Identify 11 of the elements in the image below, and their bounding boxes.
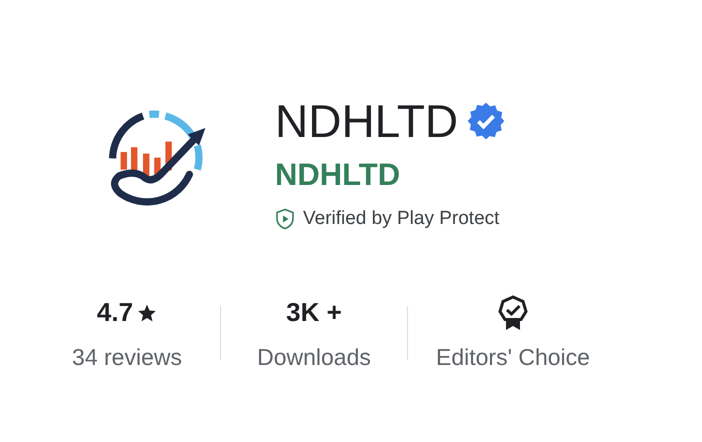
stat-label: Downloads <box>257 342 371 372</box>
download-count: 3K + <box>286 296 342 329</box>
stat-label: 34 reviews <box>72 342 182 372</box>
shield-play-icon <box>275 208 295 230</box>
rating-value: 4.7 <box>96 296 134 329</box>
app-title: NDHLTD <box>275 94 458 149</box>
star-icon <box>137 302 158 322</box>
stat-label: Editors' Choice <box>436 342 590 372</box>
award-badge-icon <box>498 294 528 330</box>
play-protect-text: Verified by Play Protect <box>303 207 500 231</box>
developer-link[interactable]: NDHLTD <box>275 153 506 197</box>
